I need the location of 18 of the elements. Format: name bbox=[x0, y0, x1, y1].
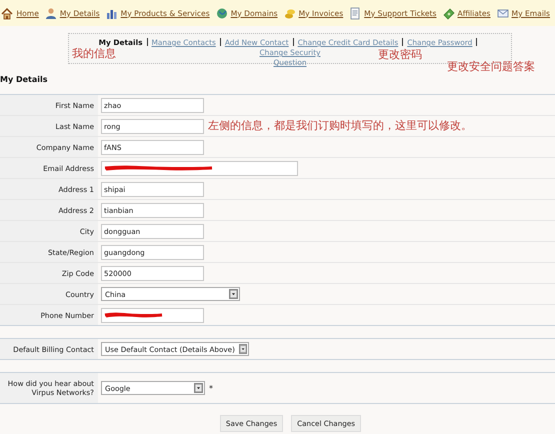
banknote-icon[interactable] bbox=[442, 6, 454, 20]
annotation-text: 更改安全问题答案 bbox=[447, 59, 535, 74]
globe-icon[interactable] bbox=[216, 6, 228, 20]
annotation-text: 左侧的信息，都是我们订购时填写的，这里可以修改。 bbox=[208, 118, 472, 133]
annotation-text: 我的信息 bbox=[72, 46, 116, 61]
person-icon[interactable] bbox=[44, 6, 57, 20]
annotation-text: 更改密码 bbox=[378, 47, 422, 62]
required-mark: * bbox=[209, 384, 213, 392]
dropdown-arrow-icon[interactable] bbox=[238, 344, 247, 354]
dropdown-arrow-icon[interactable] bbox=[194, 383, 203, 393]
house-icon[interactable] bbox=[1, 6, 14, 20]
envelope-icon[interactable] bbox=[496, 6, 509, 20]
document-icon[interactable] bbox=[349, 6, 362, 20]
dropdown-arrow-icon[interactable] bbox=[229, 289, 238, 299]
text-field[interactable] bbox=[101, 160, 298, 176]
section-heading: My Details bbox=[0, 75, 48, 84]
redaction-scribble bbox=[104, 312, 164, 318]
text-field[interactable] bbox=[101, 308, 204, 322]
